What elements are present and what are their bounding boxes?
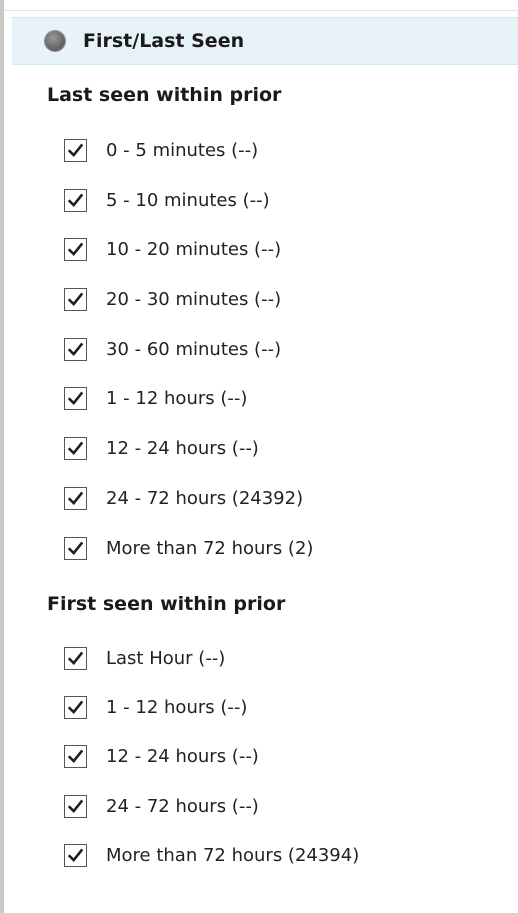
checkbox[interactable] xyxy=(64,436,87,460)
checkmark-icon xyxy=(67,541,84,555)
checkbox[interactable] xyxy=(64,237,87,261)
first-last-seen-header[interactable]: First/Last Seen xyxy=(12,17,518,65)
checkmark-icon xyxy=(67,799,84,813)
checkmark-icon xyxy=(67,441,84,455)
checkbox[interactable] xyxy=(64,287,87,311)
last-seen-option-1-12-hours[interactable]: 1 - 12 hours (--) xyxy=(64,384,247,412)
last-seen-option-24-72-hours[interactable]: 24 - 72 hours (24392) xyxy=(64,484,303,512)
option-label: Last Hour (--) xyxy=(106,647,226,669)
option-label: 12 - 24 hours (--) xyxy=(106,437,259,459)
checkmark-icon xyxy=(67,292,84,306)
last-seen-option-12-24-hours[interactable]: 12 - 24 hours (--) xyxy=(64,434,259,462)
checkbox[interactable] xyxy=(64,486,87,510)
checkmark-icon xyxy=(67,848,84,862)
checkmark-icon xyxy=(67,342,84,356)
option-label: More than 72 hours (2) xyxy=(106,537,314,559)
checkbox[interactable] xyxy=(64,646,87,670)
filter-panel: First/Last Seen Last seen within prior 0… xyxy=(0,0,518,913)
checkmark-icon xyxy=(67,391,84,405)
last-seen-option-20-30-min[interactable]: 20 - 30 minutes (--) xyxy=(64,285,281,313)
checkbox[interactable] xyxy=(64,337,87,361)
last-seen-option-more-than-72-hours[interactable]: More than 72 hours (2) xyxy=(64,534,313,562)
checkmark-icon xyxy=(67,193,84,207)
option-label: 24 - 72 hours (24392) xyxy=(106,487,304,509)
checkmark-icon xyxy=(67,143,84,157)
checkmark-icon xyxy=(67,749,84,763)
last-seen-option-30-60-min[interactable]: 30 - 60 minutes (--) xyxy=(64,335,281,363)
option-label: 12 - 24 hours (--) xyxy=(106,745,259,767)
last-seen-option-0-5-min[interactable]: 0 - 5 minutes (--) xyxy=(64,136,258,164)
first-seen-option-1-12-hours[interactable]: 1 - 12 hours (--) xyxy=(64,693,247,721)
option-label: 24 - 72 hours (--) xyxy=(106,795,259,817)
checkbox[interactable] xyxy=(64,536,87,560)
panel-title: First/Last Seen xyxy=(83,30,245,52)
checkbox[interactable] xyxy=(64,138,87,162)
checkbox[interactable] xyxy=(64,695,87,719)
option-label: 30 - 60 minutes (--) xyxy=(106,338,282,360)
first-seen-option-12-24-hours[interactable]: 12 - 24 hours (--) xyxy=(64,742,259,770)
checkmark-icon xyxy=(67,651,84,665)
first-seen-heading: First seen within prior xyxy=(47,593,286,615)
last-seen-heading: Last seen within prior xyxy=(47,84,282,106)
option-label: 5 - 10 minutes (--) xyxy=(106,189,270,211)
option-label: 1 - 12 hours (--) xyxy=(106,387,248,409)
checkmark-icon xyxy=(67,491,84,505)
top-divider xyxy=(4,0,518,11)
checkmark-icon xyxy=(67,242,84,256)
option-label: More than 72 hours (24394) xyxy=(106,844,360,866)
option-label: 0 - 5 minutes (--) xyxy=(106,139,259,161)
last-seen-option-10-20-min[interactable]: 10 - 20 minutes (--) xyxy=(64,235,281,263)
option-label: 20 - 30 minutes (--) xyxy=(106,288,282,310)
checkbox[interactable] xyxy=(64,744,87,768)
first-seen-option-more-than-72-hours[interactable]: More than 72 hours (24394) xyxy=(64,841,359,869)
checkbox[interactable] xyxy=(64,188,87,212)
checkbox[interactable] xyxy=(64,794,87,818)
checkbox[interactable] xyxy=(64,386,87,410)
left-border xyxy=(0,0,4,913)
option-label: 1 - 12 hours (--) xyxy=(106,696,248,718)
first-seen-option-last-hour[interactable]: Last Hour (--) xyxy=(64,644,225,672)
first-seen-option-24-72-hours[interactable]: 24 - 72 hours (--) xyxy=(64,792,259,820)
checkmark-icon xyxy=(67,700,84,714)
radio-bullet-icon xyxy=(45,31,65,51)
last-seen-option-5-10-min[interactable]: 5 - 10 minutes (--) xyxy=(64,186,270,214)
option-label: 10 - 20 minutes (--) xyxy=(106,238,282,260)
checkbox[interactable] xyxy=(64,843,87,867)
